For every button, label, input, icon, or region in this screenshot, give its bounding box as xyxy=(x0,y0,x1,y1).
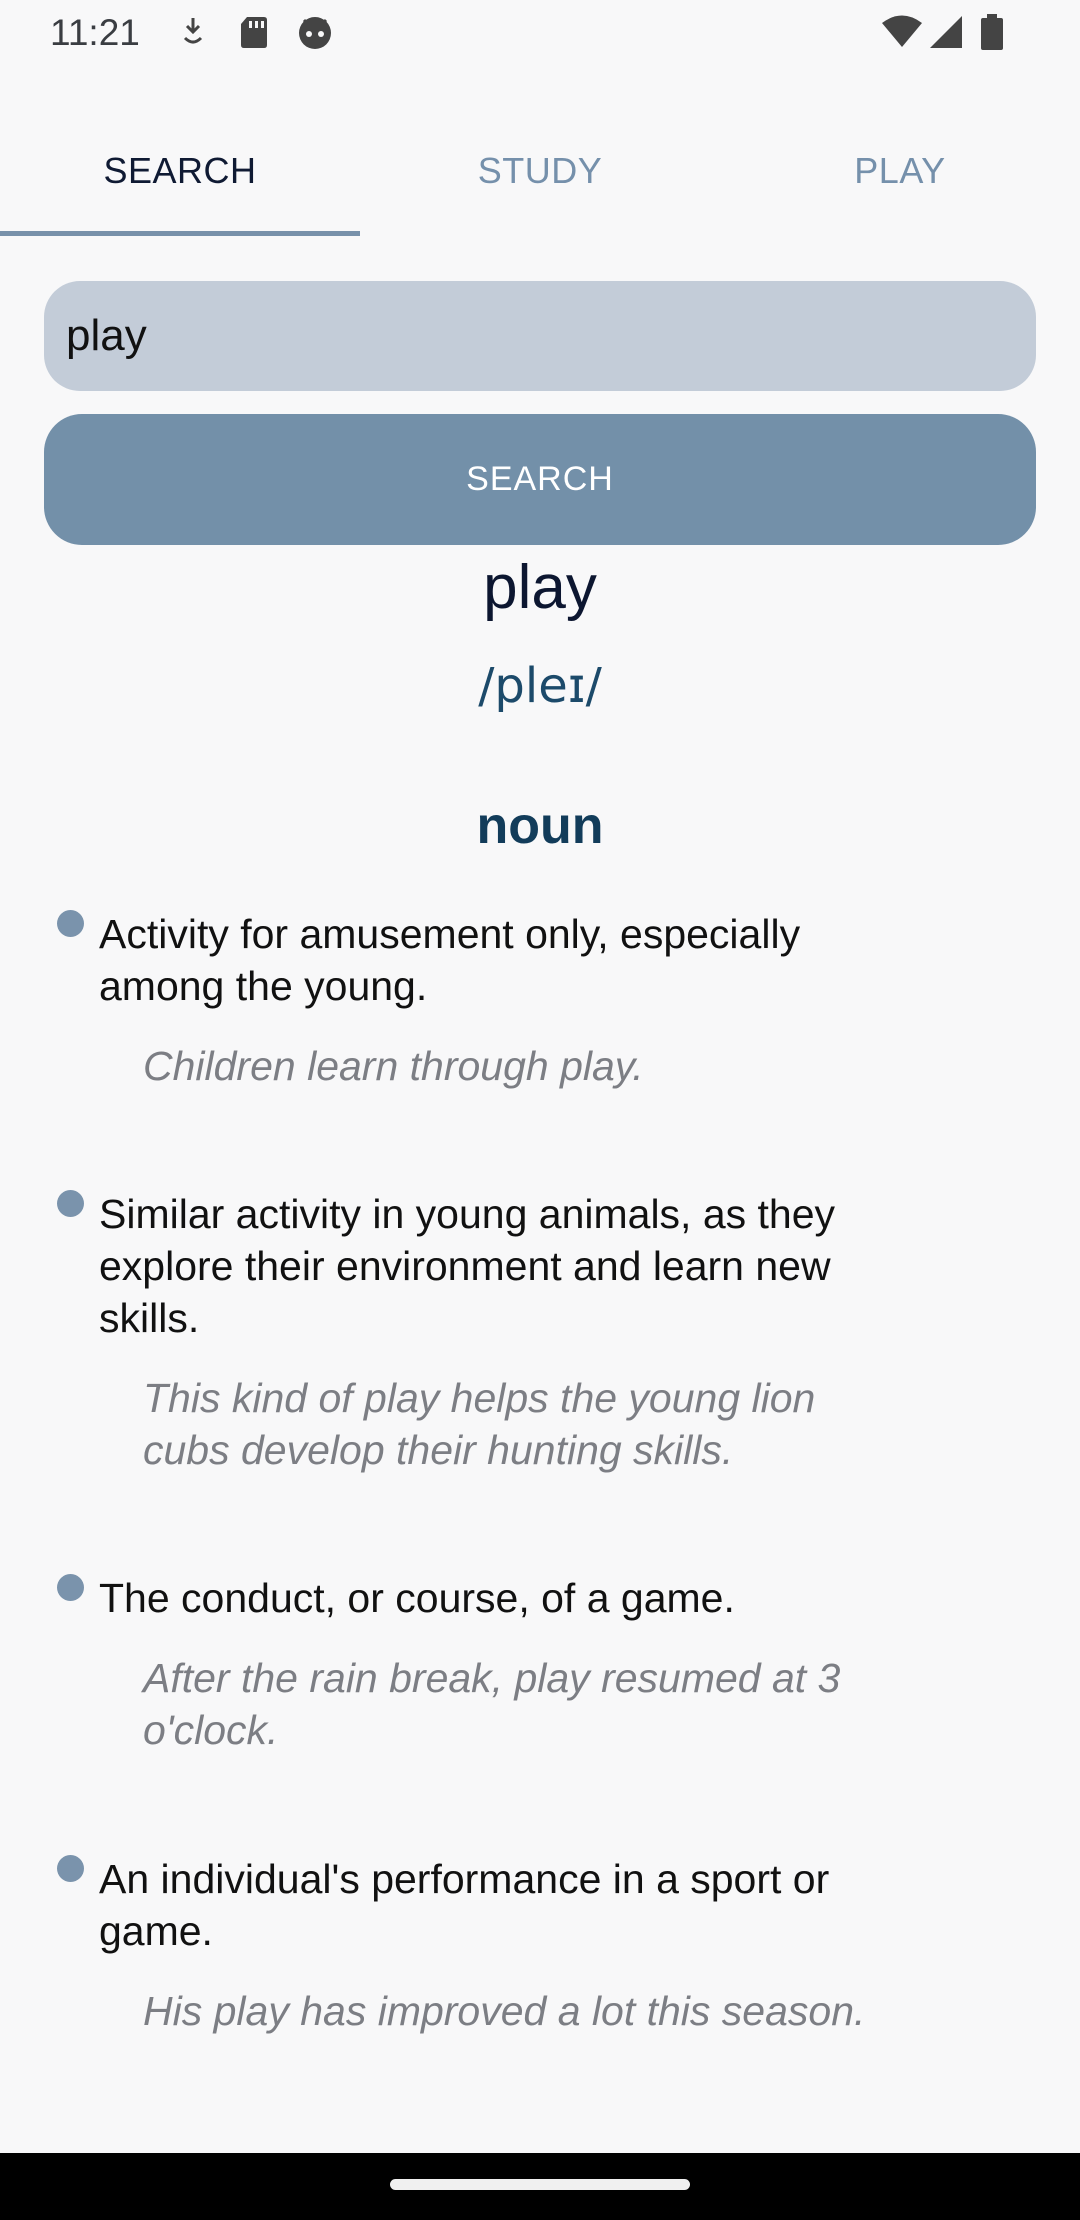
tab-study[interactable]: STUDY xyxy=(360,130,720,236)
android-icon xyxy=(299,17,331,49)
navigation-bar xyxy=(0,2153,1080,2220)
status-time: 11:21 xyxy=(50,12,140,53)
example-text: This kind of play helps the young lion c… xyxy=(143,1375,816,1473)
bullet-icon xyxy=(57,1574,84,1601)
wifi-icon xyxy=(882,15,922,47)
example-text: His play has improved a lot this season. xyxy=(143,1988,866,2034)
example-text: After the rain break, play resumed at 3 … xyxy=(143,1655,841,1753)
download-icon xyxy=(183,18,203,44)
battery-icon xyxy=(981,14,1003,50)
search-button[interactable]: SEARCH xyxy=(44,414,1036,545)
tab-search[interactable]: SEARCH xyxy=(0,130,360,236)
tab-play[interactable]: PLAY xyxy=(720,130,1080,236)
bullet-icon xyxy=(57,1855,84,1882)
search-input[interactable]: play xyxy=(44,281,1036,391)
definition-text: Similar activity in young animals, as th… xyxy=(99,1191,836,1341)
tab-indicator xyxy=(0,231,360,236)
part-of-speech: noun xyxy=(476,797,604,855)
definition-text: Activity for amusement only, especially … xyxy=(99,911,801,1009)
bullet-icon xyxy=(57,910,84,937)
home-handle[interactable] xyxy=(390,2179,690,2190)
status-bar: 11:21 xyxy=(0,0,1080,66)
definition-text: The conduct, or course, of a game. xyxy=(99,1575,735,1621)
example-text: Children learn through play. xyxy=(143,1043,644,1089)
definition-text: An individual's performance in a sport o… xyxy=(99,1856,830,1954)
result-word: play xyxy=(483,553,597,622)
bullet-icon xyxy=(57,1190,84,1217)
signal-icon xyxy=(930,16,962,48)
tab-bar: SEARCH STUDY PLAY xyxy=(0,130,1080,236)
sd-card-icon xyxy=(241,17,267,48)
result-phonetic: /pleɪ/ xyxy=(478,658,602,714)
